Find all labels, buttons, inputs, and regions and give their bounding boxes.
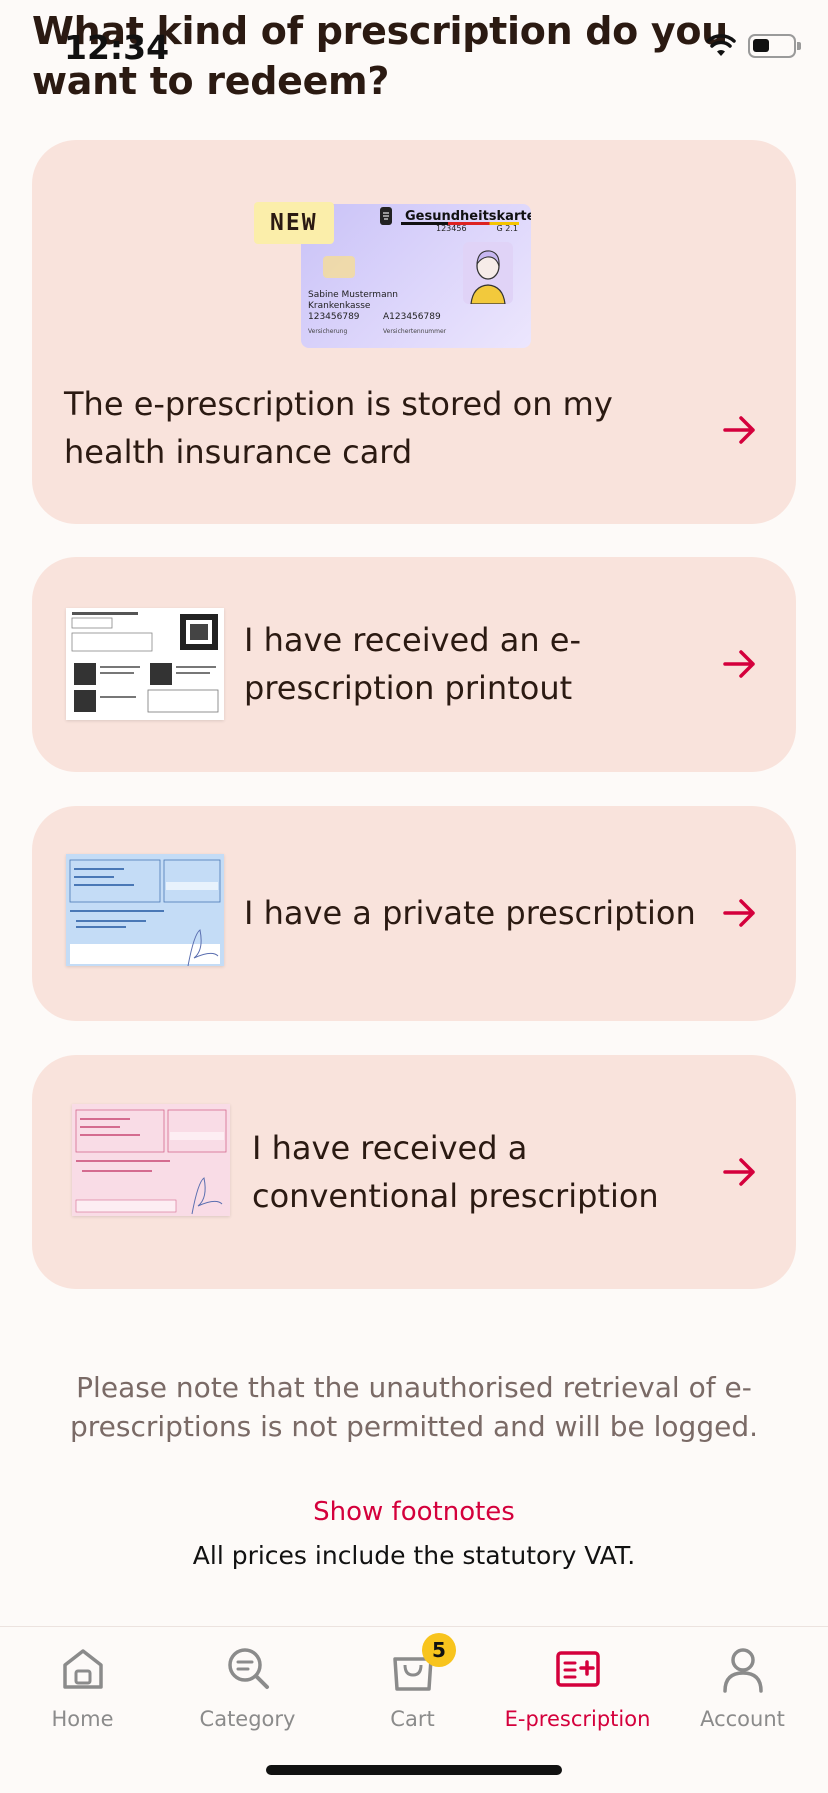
prescription-icon: [555, 1651, 600, 1687]
printout-thumbnail: [66, 608, 224, 720]
option-label: I have received an e-prescription printo…: [244, 621, 582, 707]
option-label: I have a private prescription: [244, 894, 696, 932]
conventional-prescription-thumbnail: [72, 1104, 230, 1216]
tab-label: Home: [51, 1707, 114, 1731]
card-chip: [323, 256, 355, 278]
card-insurer: Krankenkasse: [308, 301, 371, 311]
printout-image: [71, 612, 219, 713]
tab-label: Cart: [390, 1707, 435, 1731]
tab-label: Account: [700, 1707, 785, 1731]
card-card-number: A123456789: [383, 312, 441, 322]
option-conventional-prescription[interactable]: I have received a conventional prescript…: [32, 1055, 796, 1289]
search-icon: [227, 1648, 269, 1689]
user-icon: [722, 1648, 763, 1693]
tab-cart[interactable]: 5 Cart: [330, 1627, 495, 1747]
option-label: The e-prescription is stored on my healt…: [64, 385, 613, 471]
tab-category[interactable]: Category: [165, 1627, 330, 1747]
home-icon: [62, 1649, 103, 1689]
health-card-image: Gesundheitskarte 123456 G 2.1 Sabine Mus…: [301, 204, 531, 348]
tab-eprescription[interactable]: E-prescription: [495, 1627, 660, 1747]
option-health-card[interactable]: Gesundheitskarte 123456 G 2.1 Sabine Mus…: [32, 140, 796, 524]
arrow-right-icon: [723, 899, 755, 927]
arrow-right-icon: [723, 650, 755, 678]
card-holder-name: Sabine Mustermann: [308, 290, 398, 300]
tab-home[interactable]: Home: [0, 1627, 165, 1747]
eagle-icon: [380, 207, 392, 225]
show-footnotes-link[interactable]: Show footnotes: [0, 1497, 828, 1527]
card-number: 123456: [436, 224, 467, 233]
tab-account[interactable]: Account: [660, 1627, 825, 1747]
arrow-right-icon: [723, 1158, 755, 1186]
legal-note: Please note that the unauthorised retrie…: [70, 1371, 758, 1443]
card-portrait: [463, 242, 513, 305]
option-private-prescription[interactable]: I have a private prescription: [32, 806, 796, 1021]
private-prescription-image: [66, 854, 224, 967]
arrow-right-icon: [723, 416, 755, 444]
private-prescription-thumbnail: [66, 854, 224, 967]
conventional-prescription-image: [72, 1104, 230, 1216]
page-title: What kind of prescription do you want to…: [32, 9, 728, 103]
card-label-insured: Versicherung: [308, 328, 348, 335]
tab-label: Category: [199, 1707, 296, 1731]
cart-count-badge: 5: [422, 1633, 456, 1667]
tab-label: E-prescription: [504, 1707, 651, 1731]
card-insured-number: 123456789: [308, 312, 360, 322]
vat-note: All prices include the statutory VAT.: [192, 1541, 636, 1570]
card-version: G 2.1: [496, 224, 518, 233]
portrait-icon: [470, 250, 506, 305]
option-label: I have received a conventional prescript…: [252, 1129, 659, 1215]
card-label-number: Versichertennummer: [383, 328, 447, 335]
option-eprescription-printout[interactable]: I have received an e-prescription printo…: [32, 557, 796, 772]
home-indicator: [266, 1765, 562, 1775]
new-badge: NEW: [254, 202, 334, 244]
